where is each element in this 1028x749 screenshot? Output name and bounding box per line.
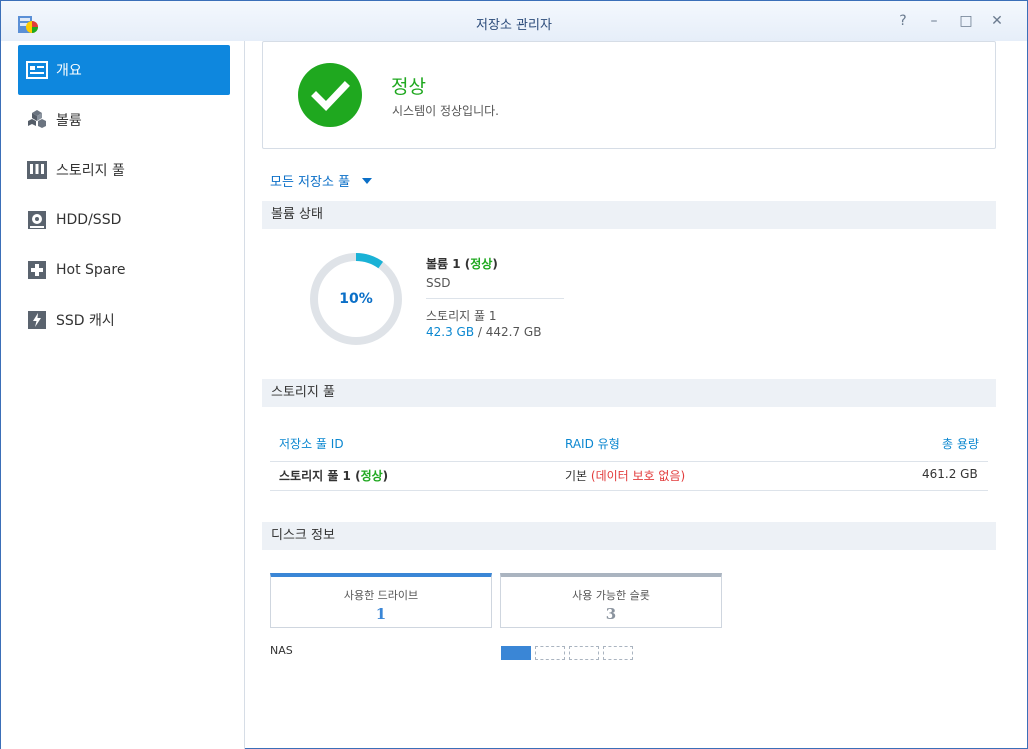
storage-pool-header: 스토리지 풀	[262, 379, 996, 407]
pool-name-cell: 스토리지 풀 1 (정상)	[279, 467, 388, 484]
volume-name-text: 볼륨 1	[426, 257, 461, 271]
ssd-cache-bolt-icon	[26, 309, 48, 331]
sidebar-item-label: 스토리지 풀	[56, 163, 125, 179]
minimize-button[interactable]: –	[924, 11, 944, 31]
main-content: 정상 시스템이 정상입니다. 모든 저장소 풀 볼륨 상태 10% 볼륨 1 (…	[246, 41, 1026, 749]
sidebar-item-storage-pool[interactable]: 스토리지 풀	[18, 145, 230, 195]
volume-used: 42.3 GB	[426, 325, 475, 339]
card-label: 사용한 드라이브	[343, 589, 419, 602]
card-label: 사용 가능한 슬롯	[572, 589, 650, 602]
paren-close: )	[492, 257, 498, 271]
capacity-separator: /	[474, 325, 486, 339]
drive-slot-empty[interactable]	[603, 646, 633, 660]
column-header-total-capacity[interactable]: 총 용량	[942, 435, 979, 452]
capacity-cell: 461.2 GB	[922, 467, 978, 481]
disk-icon	[26, 209, 48, 231]
table-header-divider	[270, 461, 988, 462]
window-title: 저장소 관리자	[476, 18, 552, 33]
sidebar-item-volume[interactable]: 볼륨	[18, 95, 230, 145]
used-drives-card: 사용한 드라이브 1	[270, 573, 492, 628]
raid-type: 기본	[565, 469, 588, 483]
volume-total: 442.7 GB	[485, 325, 542, 339]
drive-slot-empty[interactable]	[535, 646, 565, 660]
status-title: 정상	[391, 76, 426, 98]
volume-status-text: 정상	[470, 257, 493, 271]
device-label: NAS	[270, 644, 293, 657]
sidebar-item-label: 볼륨	[56, 113, 82, 129]
sidebar-item-hdd-ssd[interactable]: HDD/SSD	[18, 195, 230, 245]
volume-pool-name: 스토리지 풀 1	[426, 309, 497, 323]
sidebar-item-label: SSD 캐시	[56, 313, 115, 329]
paren-close: )	[382, 469, 389, 483]
maximize-button[interactable]: □	[956, 11, 976, 31]
card-value: 3	[605, 605, 617, 623]
check-icon	[298, 63, 362, 127]
system-status-panel: 정상 시스템이 정상입니다.	[262, 41, 996, 149]
column-header-raid-type[interactable]: RAID 유형	[565, 435, 620, 452]
sidebar-item-ssd-cache[interactable]: SSD 캐시	[18, 295, 230, 345]
storage-pool-filter-dropdown[interactable]: 모든 저장소 풀	[270, 171, 373, 190]
divider	[426, 298, 564, 299]
overview-icon	[26, 59, 48, 81]
help-button[interactable]: ?	[893, 11, 913, 31]
column-header-pool-id[interactable]: 저장소 풀 ID	[279, 435, 344, 452]
dropdown-selected-value: 모든 저장소 풀	[270, 175, 351, 190]
sidebar-item-label: Hot Spare	[56, 262, 126, 278]
caret-down-icon	[362, 177, 373, 184]
volume-name[interactable]: 볼륨 1 (정상)	[426, 255, 498, 272]
volume-status-header: 볼륨 상태	[262, 201, 996, 229]
raid-type-cell: 기본 (데이터 보호 없음)	[565, 467, 685, 484]
sidebar-item-label: HDD/SSD	[56, 212, 122, 228]
storage-manager-window: 저장소 관리자 ? – □ ✕ 개요 볼륨 스토리지 풀 HDD/SSD Hot…	[0, 0, 1028, 749]
volume-cubes-icon	[26, 109, 48, 131]
storage-pool-icon	[26, 159, 48, 181]
pool-name: 스토리지 풀 1	[279, 469, 351, 483]
pool-status: 정상	[360, 469, 383, 483]
volume-capacity: 42.3 GB / 442.7 GB	[426, 325, 541, 339]
sidebar-item-hot-spare[interactable]: Hot Spare	[18, 245, 230, 295]
close-button[interactable]: ✕	[987, 11, 1007, 31]
status-message: 시스템이 정상입니다.	[392, 104, 499, 118]
raid-warning: (데이터 보호 없음)	[590, 469, 686, 483]
hot-spare-plus-icon	[26, 259, 48, 281]
volume-usage-percent: 10%	[339, 291, 373, 307]
disk-info-header: 디스크 정보	[262, 522, 996, 550]
volume-type: SSD	[426, 276, 451, 290]
title-bar[interactable]: 저장소 관리자 ? – □ ✕	[1, 1, 1027, 41]
sidebar-item-overview[interactable]: 개요	[18, 45, 230, 95]
table-row-divider	[270, 490, 988, 491]
card-value: 1	[375, 605, 387, 623]
available-slots-card: 사용 가능한 슬롯 3	[500, 573, 722, 628]
drive-slot-filled[interactable]	[501, 646, 531, 660]
sidebar-item-label: 개요	[56, 63, 82, 79]
drive-slot-empty[interactable]	[569, 646, 599, 660]
sidebar: 개요 볼륨 스토리지 풀 HDD/SSD Hot Spare SSD 캐시	[1, 41, 245, 749]
